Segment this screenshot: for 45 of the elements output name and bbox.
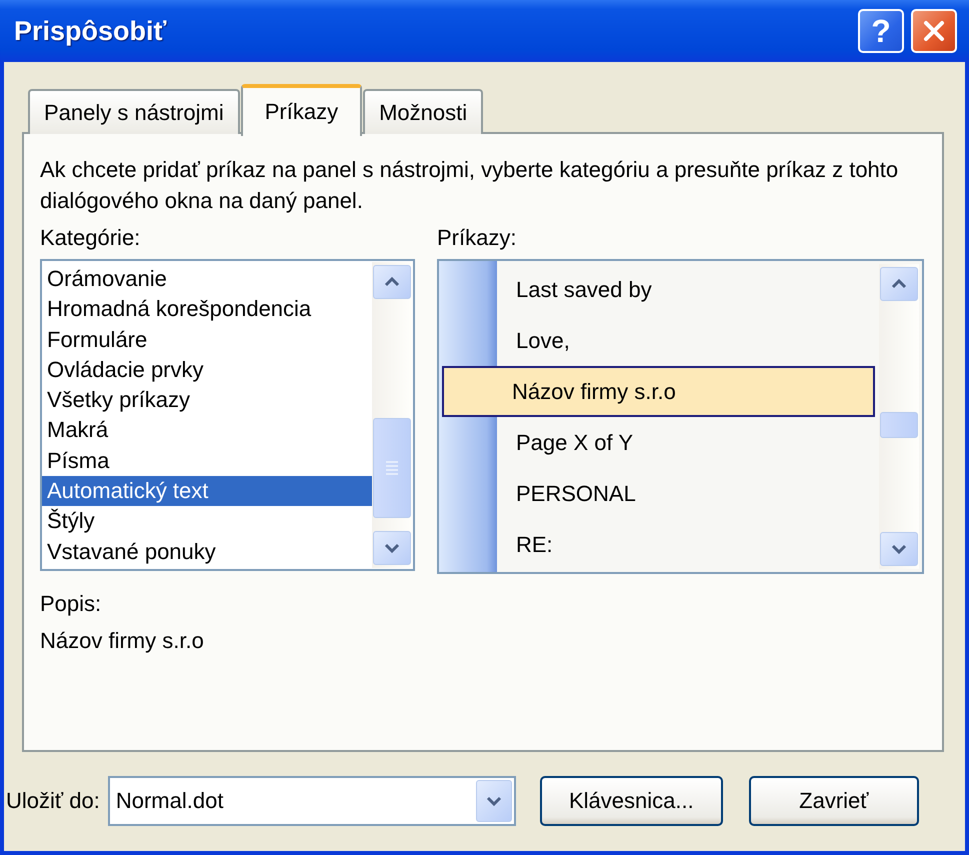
scroll-down-button[interactable] xyxy=(373,531,411,565)
categories-label: Kategórie: xyxy=(40,224,142,252)
scroll-thumb[interactable] xyxy=(880,412,918,438)
description-label: Popis: xyxy=(40,590,102,618)
category-item[interactable]: Hromadná korešpondencia xyxy=(42,294,372,325)
chevron-up-icon xyxy=(891,277,907,291)
close-dialog-button[interactable]: Zavrieť xyxy=(748,776,919,826)
category-item[interactable]: Ovládacie prvky xyxy=(42,354,372,386)
command-item[interactable]: Love, xyxy=(442,315,875,366)
grip-icon xyxy=(386,461,398,475)
category-item[interactable]: Písma xyxy=(42,446,372,476)
tab[interactable]: Panely s nástrojmi xyxy=(28,89,240,134)
scroll-up-button[interactable] xyxy=(373,265,411,299)
description-text: Názov firmy s.r.o xyxy=(40,627,205,655)
keyboard-button[interactable]: Klávesnica... xyxy=(540,776,723,826)
category-item[interactable]: Štýly xyxy=(42,506,372,537)
chevron-down-icon xyxy=(486,794,502,808)
instruction-text: Ak chcete pridať príkaz na panel s nástrojmi, vyberte kategóriu a presuňte príkaz z tohto dialógového okna na daný panel. xyxy=(40,156,900,215)
window-title: Prispôsobiť xyxy=(14,16,168,46)
category-item[interactable]: Orámovanie xyxy=(42,264,372,294)
scroll-thumb[interactable] xyxy=(373,418,411,518)
category-item[interactable]: Všetky príkazy xyxy=(42,385,372,416)
category-item[interactable]: Vstavané ponuky xyxy=(42,536,372,567)
category-item[interactable]: Formuláre xyxy=(42,324,372,355)
tab[interactable]: Možnosti xyxy=(363,89,484,134)
category-item[interactable]: Automatický text xyxy=(42,476,372,506)
close-icon xyxy=(923,20,945,42)
command-item[interactable]: PERSONAL xyxy=(442,468,875,519)
chevron-down-icon xyxy=(891,542,907,556)
scroll-down-button[interactable] xyxy=(880,532,918,566)
chevron-down-icon xyxy=(384,541,400,555)
command-item[interactable]: RE: xyxy=(442,519,875,570)
dropdown-button[interactable] xyxy=(476,780,512,822)
chevron-up-icon xyxy=(384,275,400,289)
tab[interactable]: Príkazy xyxy=(240,84,362,136)
save-in-dropdown[interactable]: Normal.dot xyxy=(108,776,516,826)
command-item[interactable]: Last saved by xyxy=(442,264,875,315)
close-button[interactable] xyxy=(911,9,957,53)
command-item[interactable]: Názov firmy s.r.o xyxy=(442,366,875,417)
category-item[interactable]: Makrá xyxy=(42,415,372,446)
help-button[interactable]: ? xyxy=(858,9,904,53)
commands-label: Príkazy: xyxy=(437,224,518,252)
scroll-up-button[interactable] xyxy=(880,267,918,301)
save-in-label: Uložiť do: xyxy=(6,788,100,814)
command-item[interactable]: Page X of Y xyxy=(442,417,875,468)
